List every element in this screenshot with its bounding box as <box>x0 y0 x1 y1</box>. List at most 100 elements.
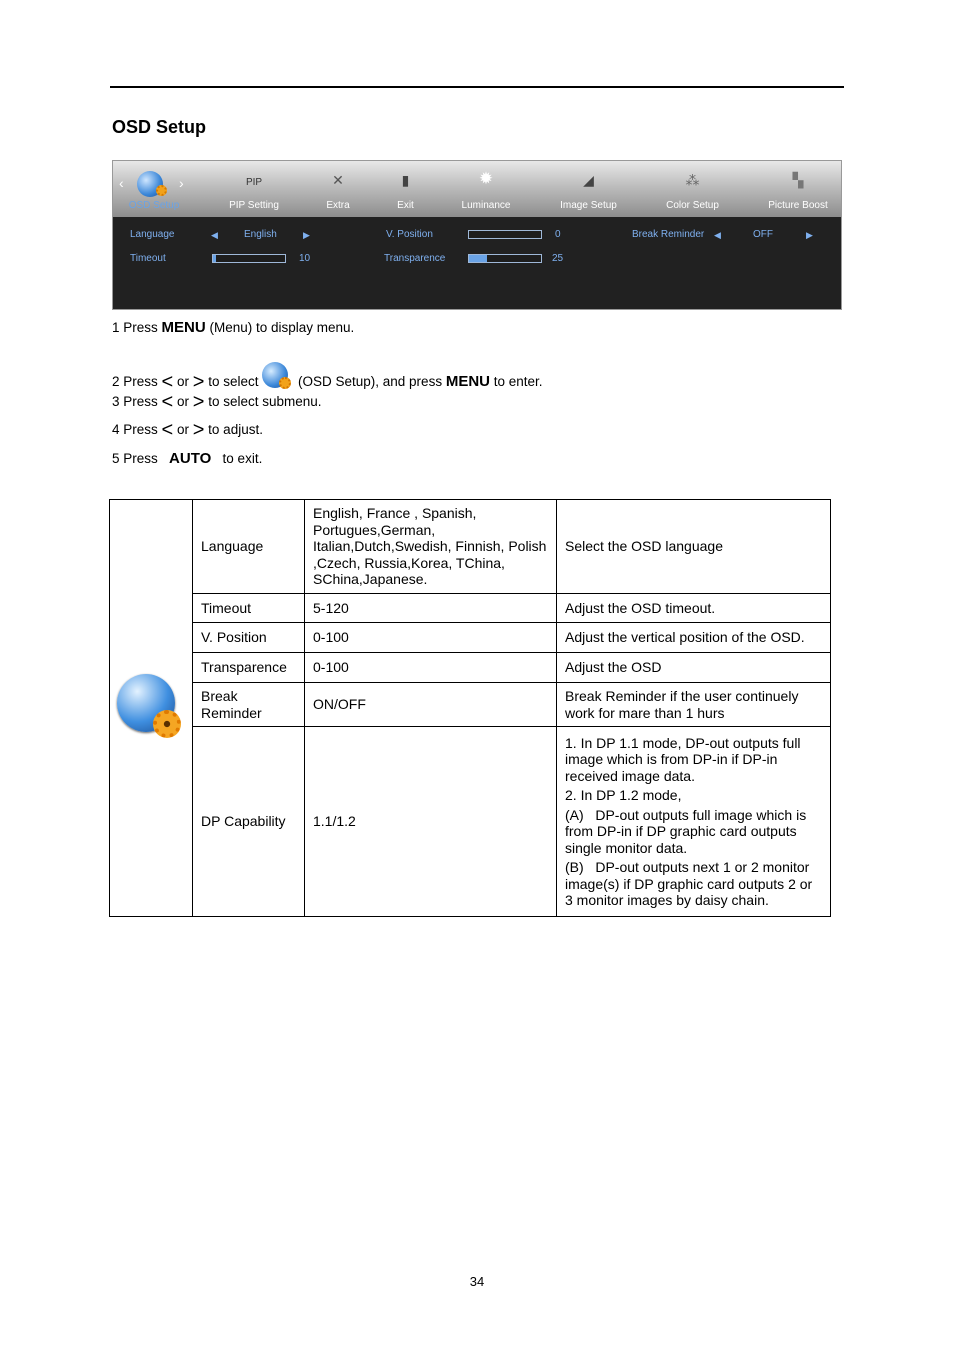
chevron-left-icon: < <box>161 371 174 393</box>
section-title: OSD Setup <box>112 117 207 137</box>
tab-label: PIP Setting <box>229 200 279 211</box>
step-text: to select submenu. <box>208 394 322 409</box>
tab-osd-setup[interactable]: ‹ › OSD Setup <box>113 161 195 217</box>
transparence-label: Transparence <box>384 253 446 264</box>
page-number: 34 <box>469 1274 485 1289</box>
setting-range: English, France , Spanish, Portugues,Ger… <box>304 499 557 594</box>
step-text: 1 Press <box>112 320 162 335</box>
chevron-left-icon: < <box>161 419 174 441</box>
transparence-slider-fill <box>469 255 487 262</box>
tab-label: OSD Setup <box>128 200 180 211</box>
tab-picture-boost[interactable]: ▚ Picture Boost <box>758 161 838 217</box>
break-reminder-right-arrow-icon[interactable]: ▶ <box>806 230 813 241</box>
step-text: 2 Press <box>112 374 162 389</box>
transparence-slider[interactable] <box>468 254 542 263</box>
header-rule <box>110 86 844 88</box>
language-label: Language <box>130 229 175 240</box>
step-text: 3 Press <box>112 394 162 409</box>
table-row: DP Capability 1.1/1.2 1. In DP 1.1 mode,… <box>110 726 831 917</box>
osd-setup-table: Language English, France , Spanish, Port… <box>109 499 831 917</box>
setting-desc: Break Reminder if the user continuely wo… <box>556 682 831 727</box>
step-5: 5 Press AUTO to exit. <box>112 450 262 467</box>
osd-setup-icon <box>262 362 294 392</box>
tools-icon: ✕ <box>332 172 344 188</box>
setting-range: 5-120 <box>304 593 557 623</box>
setting-range: ON/OFF <box>304 682 557 727</box>
setting-range: 1.1/1.2 <box>304 726 557 917</box>
step-text: or <box>176 374 193 389</box>
language-right-arrow-icon[interactable]: ▶ <box>303 230 310 241</box>
setting-range: 0-100 <box>304 652 557 683</box>
setting-desc: Adjust the OSD <box>556 652 831 683</box>
tab-label: Extra <box>326 200 350 211</box>
step-text: or <box>173 422 193 437</box>
table-row: Language English, France , Spanish, Port… <box>109 499 831 917</box>
step-text: (OSD Setup), and press <box>298 374 446 389</box>
transparence-value: 25 <box>552 253 564 264</box>
step-3: 3 Press < or > to select submenu. <box>112 392 322 412</box>
chevron-right-icon[interactable]: › <box>179 175 184 191</box>
timeout-label: Timeout <box>130 253 166 264</box>
step-text: to exit. <box>218 451 263 466</box>
table-row: V. Position 0-100 Adjust the vertical po… <box>110 622 831 653</box>
step-text: to enter. <box>490 374 543 389</box>
step-text: to adjust. <box>204 422 263 437</box>
tab-label: Exit <box>397 200 414 211</box>
tab-luminance[interactable]: ✹ Luminance <box>451 161 521 217</box>
step-text: 4 Press <box>112 422 162 437</box>
image-setup-icon: ◢ <box>583 172 594 188</box>
timeout-slider[interactable] <box>212 254 286 263</box>
step-text: (Menu) to display menu. <box>205 320 355 335</box>
auto-key: AUTO <box>169 450 212 467</box>
setting-name: V. Position <box>192 622 305 653</box>
osd-setup-globe-gear-icon <box>117 674 185 742</box>
menu-key: MENU <box>445 373 490 390</box>
setting-name: Break Reminder <box>192 682 305 727</box>
desc-paragraph: 1. In DP 1.1 mode, DP-out outputs full i… <box>565 734 801 784</box>
vposition-slider[interactable] <box>468 230 542 239</box>
setting-desc: Adjust the vertical position of the OSD. <box>556 622 831 653</box>
setting-name: Language <box>192 499 305 594</box>
tab-color-setup[interactable]: ⁂ Color Setup <box>655 161 730 217</box>
osd-menu-screenshot: ‹ › OSD Setup PIP PIP Setting ✕ Extra ▮ … <box>112 160 842 310</box>
step-2: 2 Press < or > to select (OSD Setup), an… <box>112 362 543 392</box>
setting-name: Timeout <box>192 593 305 623</box>
tab-label: Luminance <box>461 200 511 211</box>
step-4: 4 Press < or > to adjust. <box>112 420 263 440</box>
step-text: 5 Press <box>112 451 162 466</box>
chevron-left-icon[interactable]: ‹ <box>119 175 124 191</box>
language-value: English <box>244 229 277 240</box>
language-left-arrow-icon[interactable]: ◀ <box>211 230 218 241</box>
picture-boost-icon: ▚ <box>792 172 804 188</box>
chevron-right-icon: > <box>192 419 205 441</box>
step-text: or <box>176 394 193 409</box>
vposition-label: V. Position <box>386 229 433 240</box>
setting-desc: Adjust the OSD timeout. <box>556 593 831 623</box>
osd-tab-bar: ‹ › OSD Setup PIP PIP Setting ✕ Extra ▮ … <box>113 161 841 217</box>
tab-image-setup[interactable]: ◢ Image Setup <box>551 161 626 217</box>
vposition-value: 0 <box>555 229 561 240</box>
tab-exit[interactable]: ▮ Exit <box>378 161 433 217</box>
color-balls-icon: ⁂ <box>685 172 700 188</box>
chevron-right-icon: > <box>192 391 205 413</box>
break-reminder-left-arrow-icon[interactable]: ◀ <box>714 230 721 241</box>
menu-key: MENU <box>161 319 206 336</box>
icon-cell <box>109 499 193 917</box>
tab-pip-setting[interactable]: PIP PIP Setting <box>213 161 295 217</box>
tab-label: Image Setup <box>560 200 617 211</box>
step-1: 1 Press MENU (Menu) to display menu. <box>112 319 354 336</box>
pip-icon: PIP <box>245 177 263 188</box>
desc-paragraph: (A) DP-out outputs full image which is f… <box>565 806 811 856</box>
setting-name: DP Capability <box>192 726 305 917</box>
table-row: Transparence 0-100 Adjust the OSD <box>110 652 831 683</box>
desc-paragraph: 2. In DP 1.2 mode, <box>565 787 682 803</box>
setting-desc: 1. In DP 1.1 mode, DP-out outputs full i… <box>556 726 831 917</box>
table-row: Break Reminder ON/OFF Break Reminder if … <box>110 682 831 727</box>
chevron-left-icon: < <box>161 391 174 413</box>
setting-range: 0-100 <box>304 622 557 653</box>
break-reminder-value: OFF <box>753 229 773 240</box>
gear-icon <box>156 185 167 196</box>
break-reminder-label: Break Reminder <box>632 229 705 240</box>
tab-extra[interactable]: ✕ Extra <box>308 161 368 217</box>
setting-name: Transparence <box>192 652 305 683</box>
